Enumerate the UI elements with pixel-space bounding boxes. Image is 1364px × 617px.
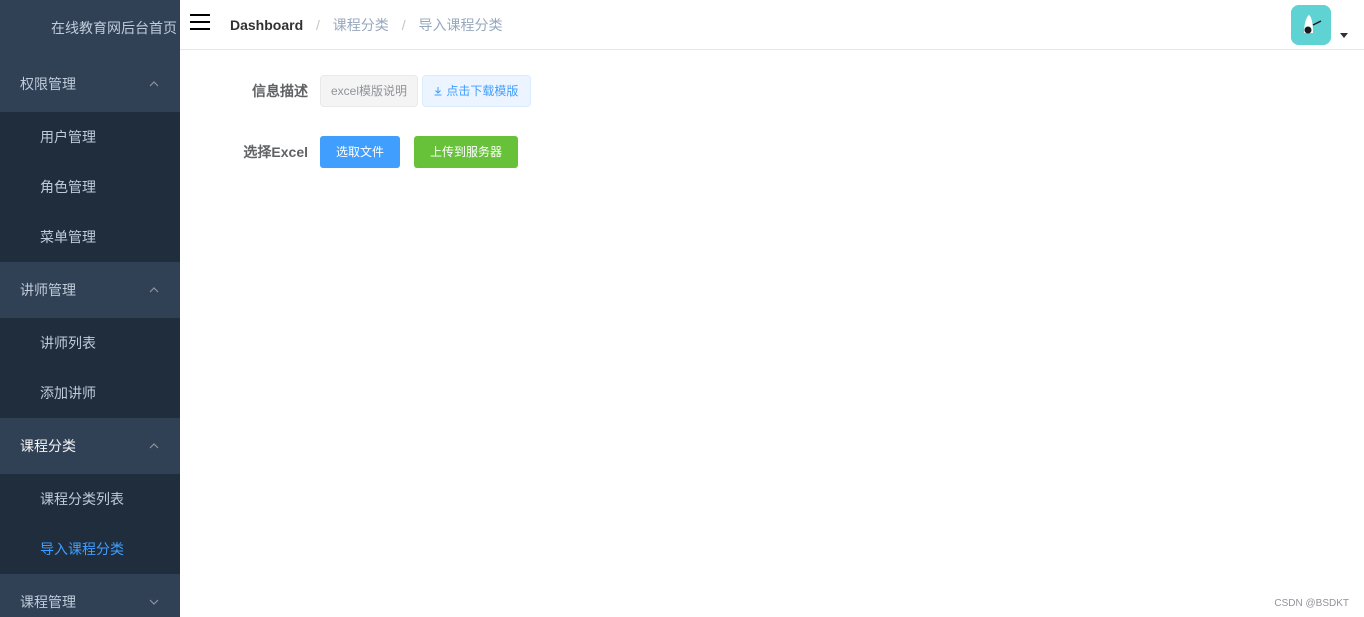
download-icon <box>433 84 446 98</box>
chevron-up-icon <box>148 418 160 474</box>
breadcrumb-separator: / <box>316 17 320 33</box>
navbar: Dashboard / 课程分类 / 导入课程分类 <box>180 0 1364 50</box>
sidebar-submenu-permissions: 用户管理 角色管理 菜单管理 <box>0 112 180 262</box>
sidebar-group-teachers[interactable]: 讲师管理 <box>0 262 180 318</box>
caret-down-icon[interactable] <box>1340 33 1348 38</box>
breadcrumb-dashboard[interactable]: Dashboard <box>230 17 303 33</box>
sidebar-item-teacher-list[interactable]: 讲师列表 <box>0 318 180 368</box>
sidebar-group-label: 课程分类 <box>20 438 76 454</box>
form-row-excel: 选择Excel 选取文件 上传到服务器 <box>180 136 580 168</box>
sidebar-item-users[interactable]: 用户管理 <box>0 112 180 162</box>
chevron-down-icon <box>148 574 160 617</box>
download-template-label: 点击下载模版 <box>446 84 519 98</box>
chevron-up-icon <box>148 262 160 318</box>
sidebar-group-permissions[interactable]: 权限管理 <box>0 56 180 112</box>
breadcrumb-separator: / <box>401 17 406 33</box>
sidebar-item-add-teacher[interactable]: 添加讲师 <box>0 368 180 418</box>
form-row-info: 信息描述 excel模版说明 点击下载模版 <box>180 75 580 107</box>
select-file-button[interactable]: 选取文件 <box>320 136 400 168</box>
excel-template-info-tag: excel模版说明 <box>320 75 418 107</box>
sidebar-group-courses[interactable]: 课程管理 <box>0 574 180 617</box>
sidebar-group-label: 讲师管理 <box>20 282 76 298</box>
sidebar-item-roles[interactable]: 角色管理 <box>0 162 180 212</box>
chevron-up-icon <box>148 56 160 112</box>
sidebar-submenu-teachers: 讲师列表 添加讲师 <box>0 318 180 418</box>
breadcrumb: Dashboard / 课程分类 / 导入课程分类 <box>230 0 502 50</box>
sidebar-item-import-category[interactable]: 导入课程分类 <box>0 524 180 574</box>
excel-label: 选择Excel <box>243 144 308 160</box>
sidebar-item-category-list[interactable]: 课程分类列表 <box>0 474 180 524</box>
main-content: 信息描述 excel模版说明 点击下载模版 选择Excel 选取文件 上传到服务… <box>180 50 1364 617</box>
sidebar-item-menus[interactable]: 菜单管理 <box>0 212 180 262</box>
download-template-link[interactable]: 点击下载模版 <box>422 75 531 107</box>
sidebar-group-label: 课程管理 <box>20 594 76 610</box>
hamburger-icon[interactable] <box>190 14 210 32</box>
sidebar-group-label: 权限管理 <box>20 76 76 92</box>
app-root: 在线教育网后台首页 权限管理 用户管理 角色管理 菜单管理 讲师管理 讲师列表 … <box>0 0 1364 617</box>
sidebar-submenu-course-category: 课程分类列表 导入课程分类 <box>0 474 180 574</box>
sidebar-logo-title[interactable]: 在线教育网后台首页 <box>0 0 180 56</box>
info-label: 信息描述 <box>252 83 308 99</box>
avatar[interactable] <box>1291 5 1331 45</box>
breadcrumb-course-category: 课程分类 <box>332 17 389 33</box>
user-menu[interactable] <box>1291 5 1351 45</box>
watermark: CSDN @BSDKT <box>1274 598 1349 609</box>
breadcrumb-import-category: 导入课程分类 <box>418 17 503 33</box>
sidebar-group-course-category[interactable]: 课程分类 <box>0 418 180 474</box>
upload-to-server-button[interactable]: 上传到服务器 <box>414 136 518 168</box>
sidebar: 在线教育网后台首页 权限管理 用户管理 角色管理 菜单管理 讲师管理 讲师列表 … <box>0 0 180 617</box>
